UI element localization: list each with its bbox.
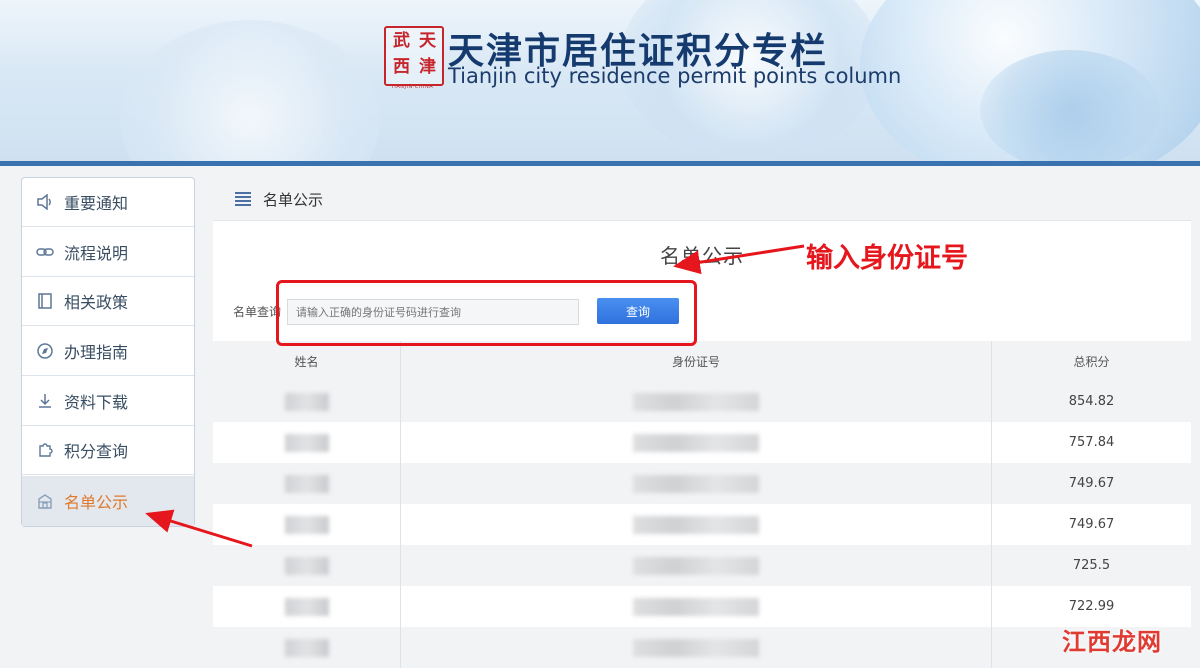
decor-flower bbox=[120, 20, 380, 161]
sidebar-item-label: 积分查询 bbox=[64, 442, 129, 461]
sidebar-item-process[interactable]: 流程说明 bbox=[22, 228, 194, 277]
sidebar-item-notices[interactable]: 重要通知 bbox=[22, 178, 194, 227]
download-icon bbox=[36, 392, 54, 410]
name-redacted bbox=[284, 515, 329, 534]
sidebar-item-label: 相关政策 bbox=[64, 293, 129, 312]
table-row: 722.99 bbox=[213, 586, 1191, 627]
points-cell: 725.5 bbox=[1072, 558, 1111, 573]
col-header-name: 姓名 bbox=[294, 354, 319, 369]
table-row: 725.5 bbox=[213, 545, 1191, 586]
table-row: 749.67 bbox=[213, 504, 1191, 545]
search-label: 名单查询 bbox=[233, 305, 282, 319]
sidebar-nav: 重要通知 流程说明 相关政策 办理指南 资料下载 积分查询 名单公示 bbox=[21, 177, 195, 527]
table-header: 姓名 身份证号 总积分 bbox=[213, 341, 1191, 381]
id-redacted bbox=[633, 433, 759, 452]
id-redacted bbox=[633, 392, 759, 411]
table-row bbox=[213, 627, 1191, 668]
seal-caption: TIANJIN·CHINA bbox=[390, 84, 434, 90]
speaker-icon bbox=[36, 193, 54, 211]
name-redacted bbox=[284, 433, 329, 452]
sidebar-item-points-query[interactable]: 积分查询 bbox=[22, 426, 194, 475]
building-icon bbox=[36, 492, 54, 510]
annotation-text: 输入身份证号 bbox=[806, 243, 968, 274]
id-redacted bbox=[633, 474, 759, 493]
main-panel: 名单公示 名单公示 名单查询 查询 姓名 身份证号 总积分 854.82 757… bbox=[213, 178, 1191, 668]
sidebar-item-label: 重要通知 bbox=[64, 194, 129, 213]
name-redacted bbox=[284, 556, 329, 575]
sidebar-item-list-announcement[interactable]: 名单公示 bbox=[22, 476, 194, 526]
results-table: 姓名 身份证号 总积分 854.82 757.84 749.67 749.67 bbox=[213, 341, 1191, 668]
table-row: 854.82 bbox=[213, 381, 1191, 422]
sidebar-item-guide[interactable]: 办理指南 bbox=[22, 327, 194, 376]
seal-logo: 武天 西津 bbox=[384, 26, 444, 86]
points-cell: 749.67 bbox=[1068, 476, 1115, 491]
id-redacted bbox=[633, 638, 759, 657]
watermark-logo: 江西龙网 bbox=[1062, 628, 1162, 656]
name-redacted bbox=[284, 638, 329, 657]
document-icon bbox=[36, 292, 54, 310]
link-icon bbox=[36, 243, 54, 261]
sidebar-item-label: 名单公示 bbox=[64, 493, 129, 512]
col-header-id: 身份证号 bbox=[400, 341, 992, 381]
table-row: 757.84 bbox=[213, 422, 1191, 463]
compass-icon bbox=[36, 342, 54, 360]
header-divider bbox=[0, 161, 1200, 166]
table-row: 749.67 bbox=[213, 463, 1191, 504]
points-cell: 749.67 bbox=[1068, 517, 1115, 532]
points-cell: 722.99 bbox=[1068, 599, 1115, 614]
panel-heading: 名单公示 bbox=[263, 190, 324, 209]
sidebar-item-downloads[interactable]: 资料下载 bbox=[22, 377, 194, 426]
site-subtitle: Tianjin city residence permit points col… bbox=[448, 64, 902, 88]
col-header-points: 总积分 bbox=[1073, 354, 1110, 369]
name-redacted bbox=[284, 474, 329, 493]
name-redacted bbox=[284, 392, 329, 411]
list-title: 名单公示 bbox=[660, 244, 744, 268]
site-header: 武天 西津 TIANJIN·CHINA 天津市居住证积分专栏 Tianjin c… bbox=[0, 0, 1200, 161]
panel-header: 名单公示 bbox=[213, 178, 1191, 221]
decor-flower bbox=[980, 50, 1160, 161]
list-icon bbox=[235, 192, 251, 206]
name-redacted bbox=[284, 597, 329, 616]
sidebar-item-label: 办理指南 bbox=[64, 343, 129, 362]
sidebar-item-label: 流程说明 bbox=[64, 244, 129, 263]
sidebar-item-label: 资料下载 bbox=[64, 393, 129, 412]
puzzle-icon bbox=[36, 441, 54, 459]
sidebar-item-policies[interactable]: 相关政策 bbox=[22, 277, 194, 326]
id-redacted bbox=[633, 556, 759, 575]
id-redacted bbox=[633, 597, 759, 616]
annotation-highlight-box bbox=[276, 280, 697, 346]
id-redacted bbox=[633, 515, 759, 534]
points-cell: 757.84 bbox=[1068, 435, 1115, 450]
points-cell: 854.82 bbox=[1068, 394, 1115, 409]
